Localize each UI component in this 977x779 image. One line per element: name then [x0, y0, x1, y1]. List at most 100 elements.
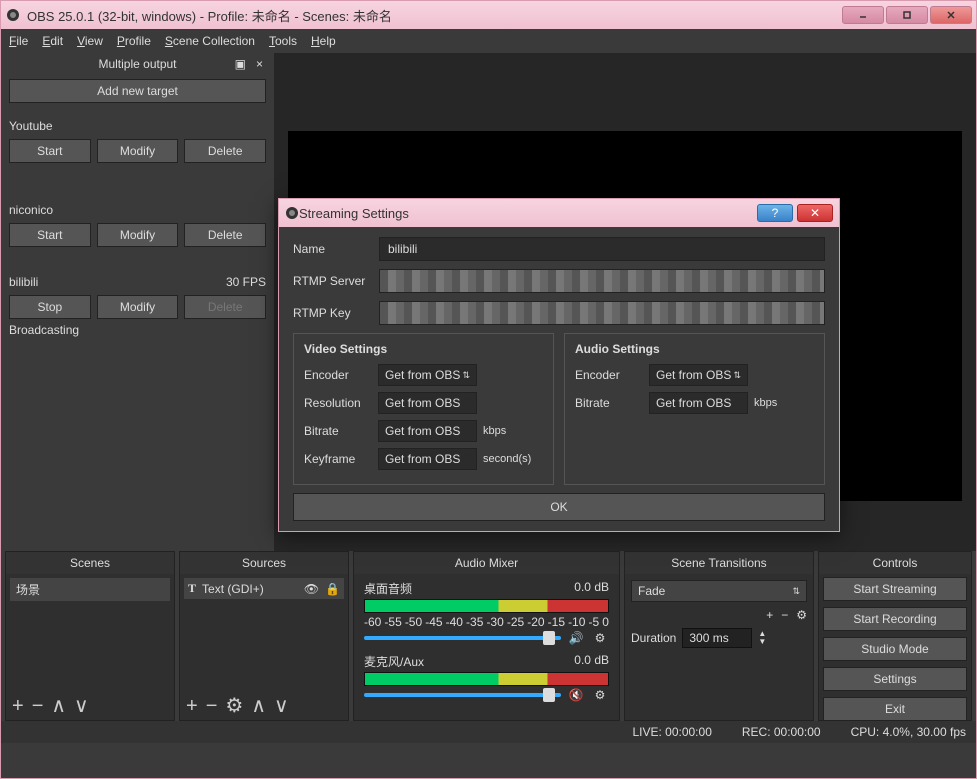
start-streaming-button[interactable]: Start Streaming — [823, 577, 967, 601]
scene-up-icon[interactable]: ∧ — [51, 696, 66, 716]
youtube-start-button[interactable]: Start — [9, 139, 91, 163]
studio-mode-button[interactable]: Studio Mode — [823, 637, 967, 661]
rtmp-key-input[interactable] — [379, 301, 825, 325]
scene-add-icon[interactable]: + — [12, 696, 24, 716]
resolution-label: Resolution — [304, 396, 372, 410]
source-item[interactable]: T Text (GDI+) 👁 🔒 — [184, 578, 344, 599]
video-bitrate-label: Bitrate — [304, 424, 372, 438]
dialog-close-button[interactable]: ✕ — [797, 204, 833, 222]
bilibili-delete-button[interactable]: Delete — [184, 295, 266, 319]
track-gear-icon[interactable]: ⚙ — [591, 688, 609, 702]
source-add-icon[interactable]: + — [186, 696, 198, 716]
text-source-icon: T — [188, 581, 196, 596]
obs-icon — [285, 206, 299, 220]
name-input[interactable]: bilibili — [379, 237, 825, 261]
menu-view[interactable]: View — [77, 34, 103, 48]
resolution-input[interactable]: Get from OBS — [378, 392, 477, 414]
dock-title: Multiple output — [98, 57, 176, 71]
settings-button[interactable]: Settings — [823, 667, 967, 691]
streaming-settings-dialog: Streaming Settings ? ✕ Name bilibili RTM… — [278, 198, 840, 532]
video-encoder-label: Encoder — [304, 368, 372, 382]
scene-remove-icon[interactable]: − — [32, 696, 44, 716]
volume-slider[interactable] — [364, 693, 561, 697]
transition-gear-icon[interactable]: ⚙ — [796, 608, 807, 622]
youtube-modify-button[interactable]: Modify — [97, 139, 179, 163]
transitions-dock: Scene Transitions Fade⇅ + − ⚙ Duration 3… — [624, 551, 814, 721]
speaker-icon[interactable]: 🔊 — [567, 631, 585, 645]
add-target-button[interactable]: Add new target — [9, 79, 266, 103]
sources-title: Sources — [180, 552, 348, 574]
transition-select[interactable]: Fade⇅ — [631, 580, 807, 602]
rtmp-server-label: RTMP Server — [293, 274, 371, 288]
dialog-help-button[interactable]: ? — [757, 204, 793, 222]
mixer-title: Audio Mixer — [354, 552, 619, 574]
scenes-dock: Scenes 场景 + − ∧ ∨ — [5, 551, 175, 721]
rtmp-server-input[interactable] — [379, 269, 825, 293]
audio-encoder-select[interactable]: Get from OBS⇅ — [649, 364, 748, 386]
scene-item[interactable]: 场景 — [10, 578, 170, 601]
mixer-track-mic: 麦克风/Aux 0.0 dB 🔇 ⚙ — [358, 651, 615, 708]
scenes-title: Scenes — [6, 552, 174, 574]
visibility-icon[interactable]: 👁 — [304, 582, 319, 596]
exit-button[interactable]: Exit — [823, 697, 967, 721]
keyframe-input[interactable]: Get from OBS — [378, 448, 477, 470]
source-remove-icon[interactable]: − — [206, 696, 218, 716]
titlebar[interactable]: OBS 25.0.1 (32-bit, windows) - Profile: … — [1, 1, 976, 29]
niconico-delete-button[interactable]: Delete — [184, 223, 266, 247]
target-niconico-label: niconico — [9, 203, 266, 217]
youtube-delete-button[interactable]: Delete — [184, 139, 266, 163]
controls-title: Controls — [819, 552, 971, 574]
mute-icon[interactable]: 🔇 — [567, 688, 585, 702]
rtmp-key-label: RTMP Key — [293, 306, 371, 320]
bilibili-stop-button[interactable]: Stop — [9, 295, 91, 319]
menu-tools[interactable]: Tools — [269, 34, 297, 48]
ok-button[interactable]: OK — [293, 493, 825, 521]
video-bitrate-input[interactable]: Get from OBS — [378, 420, 477, 442]
audio-settings-group: Audio Settings EncoderGet from OBS⇅ Bitr… — [564, 333, 825, 485]
keyframe-unit: second(s) — [483, 453, 543, 465]
duration-down-icon[interactable]: ▼ — [758, 638, 766, 646]
track-db: 0.0 dB — [574, 580, 609, 597]
duration-input[interactable]: 300 ms — [682, 628, 752, 648]
window-title: OBS 25.0.1 (32-bit, windows) - Profile: … — [27, 6, 842, 25]
start-recording-button[interactable]: Start Recording — [823, 607, 967, 631]
menu-edit[interactable]: Edit — [42, 34, 63, 48]
duration-label: Duration — [631, 631, 676, 645]
niconico-start-button[interactable]: Start — [9, 223, 91, 247]
mixer-track-desktop: 桌面音频0.0 dB -60-55-50-45-40-35-30-25-20-1… — [358, 578, 615, 651]
transition-remove-icon[interactable]: − — [781, 608, 788, 622]
menu-scene-collection[interactable]: Scene Collection — [165, 34, 255, 48]
target-youtube-label: Youtube — [9, 119, 266, 133]
menu-profile[interactable]: Profile — [117, 34, 151, 48]
bilibili-modify-button[interactable]: Modify — [97, 295, 179, 319]
audio-meter — [364, 599, 609, 613]
video-encoder-select[interactable]: Get from OBS⇅ — [378, 364, 477, 386]
track-name: 麦克风/Aux — [364, 653, 424, 670]
source-up-icon[interactable]: ∧ — [251, 696, 266, 716]
dock-popout-icon[interactable]: ▣ — [232, 57, 249, 71]
audio-bitrate-input[interactable]: Get from OBS — [649, 392, 748, 414]
dialog-titlebar[interactable]: Streaming Settings ? ✕ — [279, 199, 839, 227]
menu-file[interactable]: File — [9, 34, 28, 48]
sources-dock: Sources T Text (GDI+) 👁 🔒 + − ⚙ ∧ ∨ — [179, 551, 349, 721]
track-gear-icon[interactable]: ⚙ — [591, 631, 609, 645]
scene-down-icon[interactable]: ∨ — [74, 696, 89, 716]
source-gear-icon[interactable]: ⚙ — [225, 696, 243, 716]
track-db: 0.0 dB — [574, 653, 609, 670]
bilibili-fps: 30 FPS — [226, 275, 266, 289]
maximize-button[interactable] — [886, 6, 928, 24]
audio-encoder-label: Encoder — [575, 368, 643, 382]
minimize-button[interactable] — [842, 6, 884, 24]
audio-settings-title: Audio Settings — [575, 342, 814, 356]
menubar: File Edit View Profile Scene Collection … — [1, 29, 976, 53]
close-button[interactable] — [930, 6, 972, 24]
transition-add-icon[interactable]: + — [766, 608, 773, 622]
source-down-icon[interactable]: ∨ — [274, 696, 289, 716]
dock-close-icon[interactable]: × — [253, 57, 266, 71]
volume-slider[interactable] — [364, 636, 561, 640]
dialog-title: Streaming Settings — [299, 206, 757, 221]
name-label: Name — [293, 242, 371, 256]
lock-icon[interactable]: 🔒 — [325, 582, 340, 596]
niconico-modify-button[interactable]: Modify — [97, 223, 179, 247]
menu-help[interactable]: Help — [311, 34, 336, 48]
